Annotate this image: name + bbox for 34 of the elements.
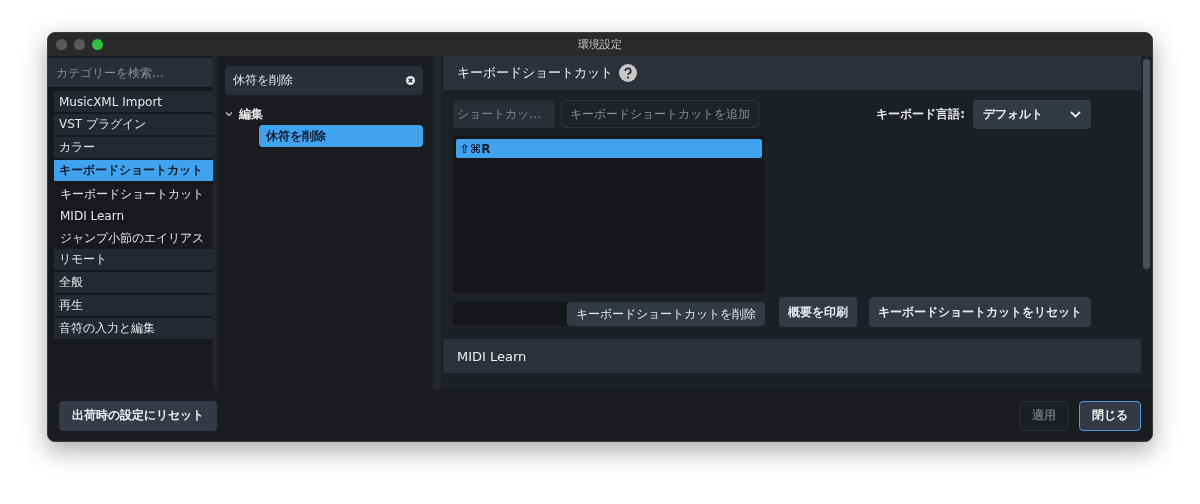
tree-item[interactable]: 休符を削除	[258, 125, 423, 147]
sidebar-item[interactable]: 再生	[54, 295, 213, 316]
chevron-icon[interactable]	[224, 110, 233, 118]
factory-reset-button[interactable]: 出荷時の設定にリセット	[59, 400, 217, 431]
sidebar-item[interactable]: キーボードショートカット	[54, 160, 213, 181]
sidebar-subitem[interactable]: ジャンプ小節のエイリアス	[60, 227, 213, 249]
close-button[interactable]: 閉じる	[1079, 400, 1141, 431]
section-title: MIDI Learn	[457, 348, 527, 364]
shortcut-item[interactable]: ⇧⌘R	[456, 139, 762, 158]
remove-shortcut-button[interactable]: キーボードショートカットを削除	[567, 302, 765, 326]
scrollbar-thumb[interactable]	[1143, 59, 1150, 269]
window-title: 環境設定	[577, 37, 623, 52]
zoom-window-button[interactable]	[92, 39, 103, 50]
sidebar-item[interactable]: 音符の入力と編集	[54, 318, 213, 339]
command-search-field[interactable]: 休符を削除	[224, 66, 423, 95]
sidebar-subitem[interactable]: キーボードショートカット	[60, 183, 213, 205]
tree-group-label[interactable]: 編集	[238, 105, 263, 123]
chevron-icon	[1070, 111, 1081, 118]
category-search-field[interactable]: カテゴリーを検索...	[48, 58, 213, 87]
sidebar-item[interactable]: リモート	[54, 249, 213, 270]
help-icon[interactable]	[619, 64, 637, 82]
sidebar-item[interactable]: MusicXML Import	[54, 91, 213, 112]
add-shortcut-button[interactable]: キーボードショートカットを追加	[561, 100, 759, 128]
language-select[interactable]: デフォルト	[973, 100, 1091, 129]
sidebar-item[interactable]: 全般	[54, 272, 213, 293]
clear-icon[interactable]	[406, 76, 415, 85]
sidebar-item[interactable]: カラー	[54, 137, 213, 158]
sidebar-subitem[interactable]: MIDI Learn	[60, 205, 213, 227]
section-title: キーボードショートカット	[457, 64, 613, 82]
shortcut-field[interactable]: ショートカッ…	[453, 100, 555, 128]
reset-shortcuts-button[interactable]: キーボードショートカットをリセット	[869, 297, 1091, 327]
sidebar-item[interactable]: VST プラグイン	[54, 114, 213, 135]
print-summary-button[interactable]: 概要を印刷	[779, 297, 857, 327]
language-label: キーボード言語:	[876, 106, 965, 123]
